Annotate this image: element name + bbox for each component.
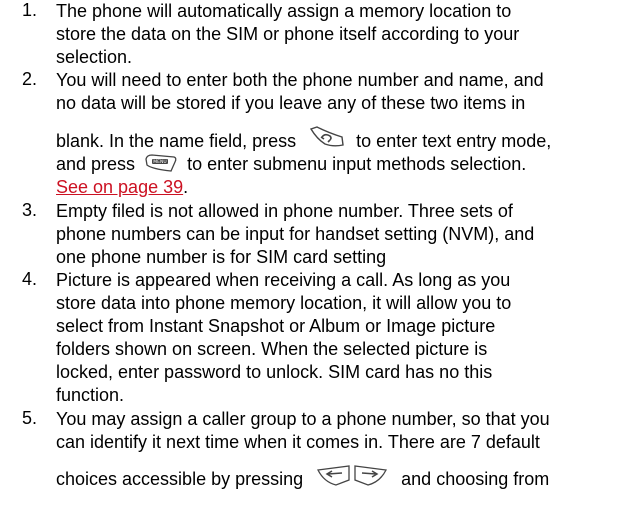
item-text-line: See on page 39. bbox=[56, 176, 188, 198]
item-text-line: no data will be stored if you leave any … bbox=[56, 93, 526, 113]
item-text-line: You will need to enter both the phone nu… bbox=[56, 70, 544, 90]
page-reference-link[interactable]: See on page 39 bbox=[56, 177, 183, 197]
item-text-line: choices accessible by pressing and choos… bbox=[56, 465, 550, 490]
text-fragment: and choosing from bbox=[401, 469, 550, 489]
item-text-line: function. bbox=[56, 385, 125, 405]
text-fragment: . bbox=[183, 177, 189, 197]
item-number: 3. bbox=[22, 200, 38, 220]
manual-page: 1. The phone will automatically assign a… bbox=[0, 0, 631, 515]
text-fragment: and press bbox=[56, 154, 136, 174]
left-nav-key-icon bbox=[317, 465, 350, 486]
item-number: 5. bbox=[22, 408, 38, 428]
item-number: 2. bbox=[22, 69, 38, 89]
text-fragment: choices accessible by pressing bbox=[56, 469, 304, 489]
item-text-line: and press MENU to enter submenu input me… bbox=[56, 153, 526, 175]
right-nav-key-icon bbox=[354, 465, 388, 486]
item-text-line: selection. bbox=[56, 47, 133, 67]
item-text-line: locked, enter password to unlock. SIM ca… bbox=[56, 362, 493, 382]
item-text-line: phone numbers can be input for handset s… bbox=[56, 224, 535, 244]
menu-key-icon: MENU bbox=[145, 154, 177, 172]
item-text-line: folders shown on screen. When the select… bbox=[56, 339, 488, 359]
item-text-line: blank. In the name field, press to enter… bbox=[56, 126, 552, 152]
item-text-line: one phone number is for SIM card setting bbox=[56, 247, 387, 267]
text-fragment: to enter submenu input methods selection… bbox=[187, 154, 527, 174]
item-text-line: Picture is appeared when receiving a cal… bbox=[56, 270, 511, 290]
item-text-line: Empty filed is not allowed in phone numb… bbox=[56, 201, 513, 221]
item-text-line: can identify it next time when it comes … bbox=[56, 432, 540, 452]
item-text-line: store data into phone memory location, i… bbox=[56, 293, 512, 313]
item-text-line: select from Instant Snapshot or Album or… bbox=[56, 316, 496, 336]
svg-text:MENU: MENU bbox=[153, 159, 166, 165]
send-key-icon bbox=[310, 126, 344, 147]
item-text-line: store the data on the SIM or phone itsel… bbox=[56, 24, 520, 44]
item-text-line: You may assign a caller group to a phone… bbox=[56, 409, 550, 429]
text-fragment: to enter text entry mode, bbox=[356, 131, 552, 151]
item-number: 1. bbox=[22, 0, 38, 20]
text-fragment: blank. In the name field, press bbox=[56, 131, 297, 151]
item-number: 4. bbox=[22, 269, 38, 289]
item-text-line: The phone will automatically assign a me… bbox=[56, 1, 512, 21]
